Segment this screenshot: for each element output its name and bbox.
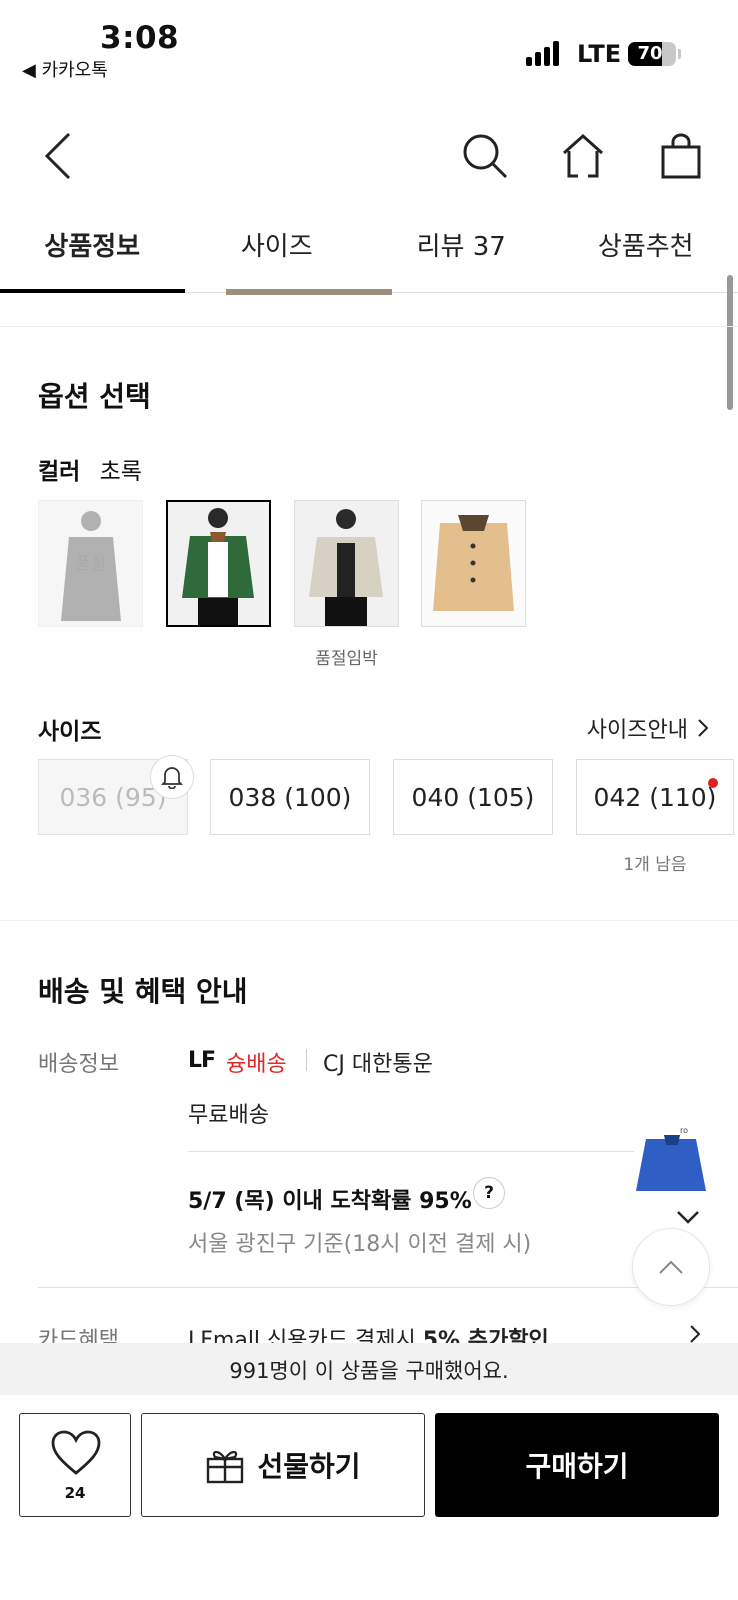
battery-level: 70 xyxy=(637,43,663,64)
color-swatch-green[interactable] xyxy=(166,500,271,627)
help-question-icon[interactable]: ? xyxy=(473,1177,505,1209)
tab-reviews[interactable]: 리뷰 37 xyxy=(369,208,554,292)
lf-logo: LF xyxy=(188,1048,216,1073)
arrival-basis: 서울 광진구 기준(18시 이전 결제 시) xyxy=(188,1232,532,1257)
top-nav-bar xyxy=(0,110,738,200)
bottom-action-bar: 24 선물하기 구매하기 xyxy=(0,1395,738,1600)
color-row: 컬러 초록 xyxy=(38,452,142,486)
fast-delivery-label: 슝배송 xyxy=(226,1052,287,1077)
carrier-name: CJ 대한통운 xyxy=(323,1052,433,1077)
low-stock-dot xyxy=(708,778,718,788)
search-icon[interactable] xyxy=(455,126,515,186)
back-to-app-link[interactable]: ◀ 카카오톡 xyxy=(22,56,108,82)
gift-button[interactable]: 선물하기 xyxy=(141,1413,425,1517)
restock-alert-bell-icon[interactable] xyxy=(150,755,194,799)
product-image-strip xyxy=(226,289,392,295)
product-tabs: 상품정보 사이즈 리뷰 37 상품추천 xyxy=(0,208,738,293)
tab-size[interactable]: 사이즈 xyxy=(185,208,370,292)
divider xyxy=(0,326,738,327)
color-swatch-tan[interactable] xyxy=(421,500,526,627)
size-guide-label: 사이즈안내 xyxy=(586,718,688,743)
color-swatch-soldout[interactable]: 품절 xyxy=(38,500,143,627)
color-label: 컬러 xyxy=(38,459,81,485)
wishlist-count: 24 xyxy=(64,1484,86,1502)
color-swatch-beige[interactable] xyxy=(294,500,399,627)
arrival-probability: 5/7 (목) 이내 도착확률 95% xyxy=(188,1189,472,1214)
wishlist-button[interactable]: 24 xyxy=(19,1413,131,1517)
color-value: 초록 xyxy=(99,459,142,485)
tab-recommend[interactable]: 상품추천 xyxy=(554,208,738,292)
gift-label: 선물하기 xyxy=(257,1450,361,1483)
soldout-label: 품절 xyxy=(74,554,107,574)
size-option-040[interactable]: 040 (105) xyxy=(393,759,553,835)
separator xyxy=(306,1049,307,1071)
scrollbar[interactable] xyxy=(727,275,733,410)
heart-icon xyxy=(51,1430,101,1475)
low-stock-note: 품절임박 xyxy=(315,649,378,669)
recent-product-thumbnail[interactable]: ro xyxy=(632,1125,712,1200)
divider xyxy=(0,920,738,921)
status-bar: 3:08 ◀ 카카오톡 LTE 70 xyxy=(0,0,738,100)
options-title: 옵션 선택 xyxy=(38,380,151,413)
chevron-right-icon xyxy=(698,719,708,737)
shipping-info-label: 배송정보 xyxy=(38,1052,119,1077)
scroll-to-top-button[interactable] xyxy=(632,1228,710,1306)
size-title: 사이즈 xyxy=(38,719,102,745)
home-icon[interactable] xyxy=(553,126,613,186)
size-option-042[interactable]: 042 (110) xyxy=(576,759,734,835)
battery-icon: 70 xyxy=(628,42,676,66)
divider xyxy=(38,1287,738,1288)
buyer-count-banner: 991명이 이 상품을 구매했어요. xyxy=(0,1343,738,1395)
shopping-bag-icon[interactable] xyxy=(651,126,711,186)
network-type: LTE xyxy=(577,40,622,68)
signal-icon xyxy=(526,40,564,66)
chevron-down-icon[interactable] xyxy=(677,1210,699,1229)
stock-remaining-note: 1개 남음 xyxy=(623,855,687,875)
divider xyxy=(188,1151,634,1152)
svg-text:ro: ro xyxy=(680,1126,688,1135)
free-shipping-text: 무료배송 xyxy=(188,1103,269,1128)
status-time: 3:08 xyxy=(100,20,180,56)
tab-product-info[interactable]: 상품정보 xyxy=(0,208,185,293)
size-option-038[interactable]: 038 (100) xyxy=(210,759,370,835)
buy-button[interactable]: 구매하기 xyxy=(435,1413,719,1517)
gift-icon xyxy=(207,1450,244,1484)
shipping-title: 배송 및 혜택 안내 xyxy=(38,975,248,1008)
size-guide-link[interactable]: 사이즈안내 xyxy=(587,712,708,744)
back-arrow-icon[interactable] xyxy=(28,126,88,186)
chevron-up-icon xyxy=(659,1260,683,1274)
